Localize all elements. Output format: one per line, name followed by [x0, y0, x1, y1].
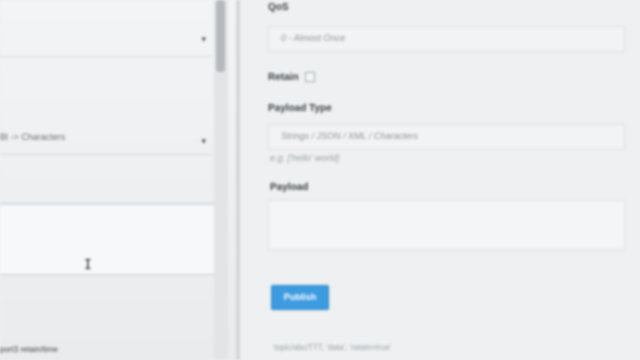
- retain-label-text: Retain: [268, 72, 299, 83]
- retain-checkbox[interactable]: [305, 72, 316, 83]
- left-scrollbar[interactable]: [214, 0, 228, 360]
- payload-label: Payload: [270, 182, 309, 193]
- scrollbar-thumb[interactable]: [216, 0, 225, 72]
- panel-divider: [236, 0, 240, 360]
- text-cursor-icon: I: [84, 258, 92, 273]
- qos-select-value: 0 - Almost Once: [281, 33, 346, 43]
- chevron-down-icon: ▾: [201, 34, 206, 44]
- qos-select[interactable]: 0 - Almost Once: [268, 26, 625, 52]
- payload-type-select[interactable]: Strings / JSON / XML / Characters: [268, 124, 625, 150]
- left-select-1[interactable]: ▾: [0, 30, 210, 50]
- payload-type-hint: e.g. ['hello' world]: [270, 153, 339, 163]
- left-divider: [0, 154, 212, 155]
- left-select-2-label: Bl -> Characters: [0, 132, 66, 142]
- form-footer-text: topic/abc/TTT, 'data', 'retain=true': [274, 343, 392, 352]
- left-select-2[interactable]: Bl -> Characters ▾: [0, 132, 210, 152]
- left-panel: ▾ Bl -> Characters ▾ I port3 retain/time: [0, 0, 236, 360]
- payload-input[interactable]: [268, 200, 625, 250]
- payload-type-value: Strings / JSON / XML / Characters: [281, 131, 418, 141]
- left-text-area[interactable]: [0, 203, 215, 275]
- payload-type-label: Payload Type: [268, 103, 332, 114]
- retain-label: Retain: [268, 72, 316, 83]
- left-footer-text: port3 retain/time: [0, 345, 58, 354]
- chevron-down-icon: ▾: [201, 136, 206, 146]
- qos-label: QoS: [268, 2, 289, 13]
- left-divider: [0, 56, 212, 57]
- publish-form: QoS 0 - Almost Once Retain Payload Type …: [262, 0, 632, 360]
- publish-button[interactable]: Publish: [271, 285, 329, 310]
